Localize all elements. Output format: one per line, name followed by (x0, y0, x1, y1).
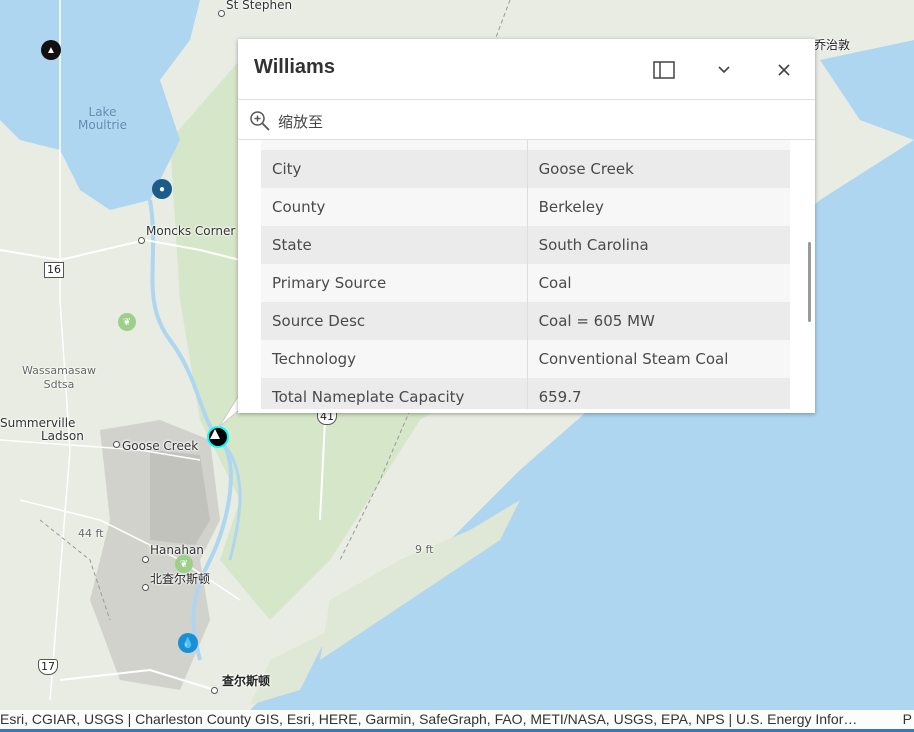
map-attribution: Esri, CGIAR, USGS | Charleston County GI… (0, 710, 914, 732)
attribution-more[interactable]: P (903, 710, 912, 729)
table-row: County Berkeley (261, 188, 790, 226)
field-label: City (261, 150, 528, 188)
place-summerville: Summerville (0, 416, 76, 430)
place-ladson: Ladson (41, 429, 84, 443)
place-hanahan: Hanahan (150, 543, 204, 557)
field-value: Berkeley (527, 188, 790, 226)
place-qiaozhidun: 乔治敦 (814, 38, 851, 52)
popup-header: Williams (238, 39, 815, 100)
attribution-text: Esri, CGIAR, USGS | Charleston County GI… (0, 711, 858, 727)
field-value: Conventional Steam Coal (527, 340, 790, 378)
town-dot (142, 556, 149, 563)
gas-plant-marker[interactable]: 💧 (178, 633, 198, 653)
field-label: County (261, 188, 528, 226)
triangle-icon (210, 429, 220, 439)
town-dot (113, 441, 120, 448)
collapse-button[interactable] (711, 57, 737, 83)
field-value (527, 140, 790, 150)
field-value: Coal (527, 264, 790, 302)
town-dot (218, 10, 225, 17)
route-shield: 16 (44, 262, 64, 278)
table-row: City Goose Creek (261, 150, 790, 188)
zoom-to-label: 缩放至 (278, 113, 324, 131)
place-wassamasaw: Wassamasaw Sdtsa (22, 364, 97, 391)
attribute-table: City Goose Creek County Berkeley State South … (261, 140, 790, 409)
town-dot (138, 237, 145, 244)
field-value: Goose Creek (527, 150, 790, 188)
popup-content[interactable]: City Goose Creek County Berkeley State South … (238, 140, 815, 409)
field-label: Total Nameplate Capacity (261, 378, 528, 409)
place-lake-moultrie: Lake Moultrie (78, 105, 127, 132)
table-row: State South Carolina (261, 226, 790, 264)
hydro-plant-marker[interactable]: ● (152, 179, 172, 199)
table-row: Primary Source Coal (261, 264, 790, 302)
zoom-to-button[interactable]: 缩放至 (238, 100, 815, 140)
place-goose-creek: Goose Creek (122, 439, 199, 453)
coal-plant-marker[interactable]: ▲ (41, 40, 61, 60)
selected-plant-marker[interactable] (207, 426, 229, 448)
town-dot (211, 687, 218, 694)
field-label: Technology (261, 340, 528, 378)
table-row: Technology Conventional Steam Coal (261, 340, 790, 378)
place-north-charleston: 北査尔斯顿 (150, 572, 211, 586)
place-moncks-corner: Moncks Corner (146, 224, 236, 238)
table-row: Source Desc Coal = 605 MW (261, 302, 790, 340)
close-button[interactable] (771, 57, 797, 83)
biomass-plant-marker[interactable]: ❦ (118, 313, 136, 331)
field-label: Primary Source (261, 264, 528, 302)
biomass-plant-marker[interactable]: ❦ (175, 555, 193, 573)
table-row (261, 140, 790, 150)
field-label: Source Desc (261, 302, 528, 340)
elevation-label: 44 ft (78, 527, 104, 540)
field-value: South Carolina (527, 226, 790, 264)
popup-title: Williams (254, 56, 335, 78)
zoom-in-icon (250, 111, 270, 131)
field-value: 659.7 (527, 378, 790, 409)
dock-button[interactable] (651, 57, 677, 83)
route-shield: 17 (38, 659, 58, 675)
feature-popup: Williams 缩放至 City Goose Creek County Ber… (238, 39, 815, 413)
place-charleston: 查尔斯顿 (222, 674, 271, 688)
field-label: State (261, 226, 528, 264)
field-value: Coal = 605 MW (527, 302, 790, 340)
elevation-label: 9 ft (415, 543, 434, 556)
field-label (261, 140, 528, 150)
town-dot (142, 584, 149, 591)
close-icon (778, 64, 790, 76)
scrollbar-thumb[interactable] (808, 242, 811, 322)
place-st-stephen: St Stephen (226, 0, 293, 12)
table-row: Total Nameplate Capacity 659.7 (261, 378, 790, 409)
dock-icon (653, 61, 675, 79)
chevron-down-icon (718, 66, 730, 74)
